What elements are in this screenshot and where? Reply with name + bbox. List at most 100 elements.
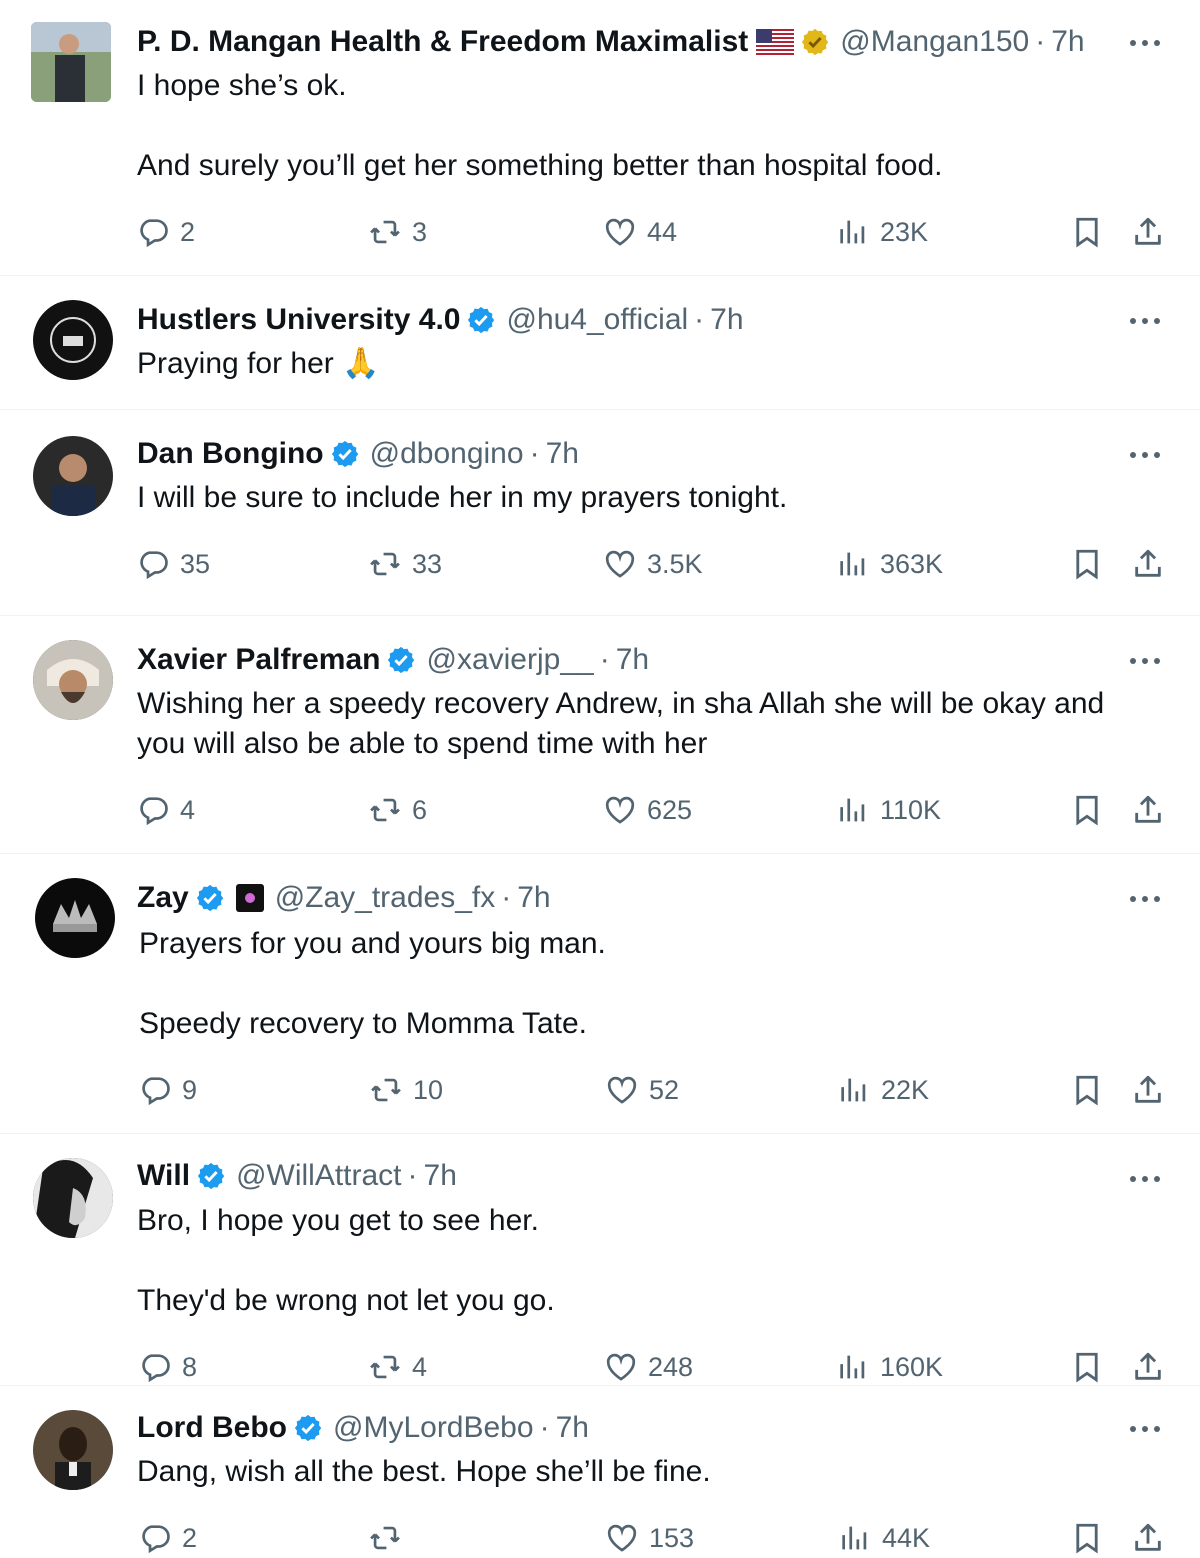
user-handle[interactable]: @dbongino	[370, 434, 524, 474]
reply-count: 8	[182, 1351, 198, 1382]
display-name[interactable]: P. D. Mangan Health & Freedom Maximalist	[137, 22, 748, 62]
views-button[interactable]: 44K	[838, 1518, 930, 1558]
tweet-text: Wishing her a speedy recovery Andrew, in…	[137, 687, 1105, 760]
bookmark-icon[interactable]	[1070, 1521, 1104, 1555]
like-button[interactable]: 625	[603, 790, 692, 830]
timestamp[interactable]: 7h	[710, 300, 743, 340]
like-count: 153	[649, 1522, 695, 1553]
share-icon[interactable]	[1131, 793, 1165, 827]
reply-button[interactable]: 8	[138, 1347, 197, 1387]
avatar[interactable]	[33, 1158, 113, 1238]
separator-dot: ·	[539, 1411, 550, 1444]
timestamp[interactable]: 7h	[546, 434, 579, 474]
retweet-button[interactable]: 3	[368, 212, 427, 252]
retweet-button[interactable]	[368, 1518, 412, 1558]
reply-button[interactable]: 2	[136, 212, 195, 252]
avatar[interactable]	[33, 1410, 113, 1490]
like-count: 625	[647, 794, 693, 825]
display-name[interactable]: Lord Bebo	[137, 1408, 287, 1448]
retweet-button[interactable]: 6	[368, 790, 427, 830]
action-bar: 4 6 625 110K	[0, 790, 1200, 830]
bookmark-icon[interactable]	[1070, 793, 1104, 827]
share-icon[interactable]	[1131, 1073, 1165, 1107]
heart-icon	[603, 793, 637, 827]
like-button[interactable]: 52	[605, 1070, 679, 1110]
timestamp[interactable]: 7h	[556, 1408, 589, 1448]
avatar[interactable]	[33, 436, 113, 516]
tweet[interactable]: Zay @Zay_trades_fx · 7h Prayers for you …	[0, 854, 1200, 1134]
tweet[interactable]: Hustlers University 4.0 @hu4_official · …	[0, 276, 1200, 410]
user-handle[interactable]: @xavierjp__	[426, 640, 593, 680]
affiliate-badge-icon	[235, 883, 265, 913]
display-name[interactable]: Hustlers University 4.0	[137, 300, 460, 340]
user-handle[interactable]: @Zay_trades_fx	[275, 878, 496, 918]
tweet[interactable]: Will @WillAttract · 7h Bro, I hope you g…	[0, 1134, 1200, 1386]
heart-icon	[604, 1350, 638, 1384]
like-button[interactable]: 44	[603, 212, 677, 252]
share-icon[interactable]	[1131, 215, 1165, 249]
like-button[interactable]: 153	[605, 1518, 694, 1558]
display-name[interactable]: Dan Bongino	[137, 434, 324, 474]
views-button[interactable]: 23K	[836, 212, 928, 252]
avatar[interactable]	[31, 22, 111, 102]
tweet[interactable]: Lord Bebo @MyLordBebo · 7h Dang, wish al…	[0, 1386, 1200, 1553]
user-handle[interactable]: @hu4_official	[506, 300, 688, 340]
display-name[interactable]: Xavier Palfreman	[137, 640, 380, 680]
bookmark-icon[interactable]	[1070, 215, 1104, 249]
avatar[interactable]	[33, 640, 113, 720]
retweet-button[interactable]: 4	[368, 1347, 427, 1387]
verified-badge-icon	[195, 883, 225, 913]
reply-button[interactable]: 35	[136, 544, 210, 584]
like-button[interactable]: 248	[604, 1347, 693, 1387]
verified-badge-icon	[196, 1161, 226, 1191]
tweet-header: Hustlers University 4.0 @hu4_official · …	[137, 300, 744, 340]
user-handle[interactable]: @WillAttract	[236, 1156, 401, 1196]
like-button[interactable]: 3.5K	[603, 544, 703, 584]
display-name[interactable]: Will	[137, 1156, 190, 1196]
retweet-icon	[369, 1073, 403, 1107]
tweet[interactable]: Dan Bongino @dbongino · 7h I will be sur…	[0, 410, 1200, 616]
reply-button[interactable]: 2	[138, 1518, 197, 1558]
timestamp[interactable]: 7h	[1051, 22, 1084, 62]
tweet[interactable]: P. D. Mangan Health & Freedom Maximalist…	[0, 0, 1200, 276]
views-button[interactable]: 363K	[836, 544, 943, 584]
tweet-text: Dang, wish all the best. Hope she’ll be …	[137, 1455, 711, 1488]
timestamp[interactable]: 7h	[616, 640, 649, 680]
display-name[interactable]: Zay	[137, 878, 189, 918]
more-dots-icon[interactable]	[1128, 316, 1162, 326]
views-button[interactable]: 22K	[837, 1070, 929, 1110]
user-handle[interactable]: @Mangan150	[840, 22, 1029, 62]
share-icon[interactable]	[1131, 1521, 1165, 1555]
avatar[interactable]	[33, 300, 113, 380]
more-dots-icon[interactable]	[1128, 894, 1162, 904]
retweet-icon	[368, 1350, 402, 1384]
views-button[interactable]: 160K	[836, 1347, 943, 1387]
bookmark-icon[interactable]	[1070, 1350, 1104, 1384]
reply-button[interactable]: 4	[136, 790, 195, 830]
user-handle[interactable]: @MyLordBebo	[333, 1408, 534, 1448]
more-dots-icon[interactable]	[1128, 656, 1162, 666]
more-dots-icon[interactable]	[1128, 1424, 1162, 1434]
retweet-icon	[368, 547, 402, 581]
more-dots-icon[interactable]	[1128, 450, 1162, 460]
bookmark-icon[interactable]	[1070, 1073, 1104, 1107]
retweet-button[interactable]: 10	[369, 1070, 443, 1110]
more-dots-icon[interactable]	[1128, 1174, 1162, 1184]
views-button[interactable]: 110K	[836, 790, 941, 830]
more-dots-icon[interactable]	[1128, 38, 1162, 48]
share-icon[interactable]	[1131, 547, 1165, 581]
tweet[interactable]: Xavier Palfreman @xavierjp__ · 7h Wishin…	[0, 616, 1200, 854]
timestamp[interactable]: 7h	[517, 878, 550, 918]
reply-icon	[136, 793, 170, 827]
timestamp[interactable]: 7h	[424, 1156, 457, 1196]
views-chart-icon	[836, 1350, 870, 1384]
avatar[interactable]	[35, 878, 115, 958]
views-count: 160K	[880, 1351, 944, 1382]
views-count: 23K	[880, 216, 929, 247]
share-icon[interactable]	[1131, 1350, 1165, 1384]
retweet-button[interactable]: 33	[368, 544, 442, 584]
reply-button[interactable]: 9	[138, 1070, 197, 1110]
bookmark-icon[interactable]	[1070, 547, 1104, 581]
tweet-text: I will be sure to include her in my pray…	[137, 481, 788, 514]
tweet-text: I hope she’s ok. And surely you’ll get h…	[137, 69, 943, 182]
